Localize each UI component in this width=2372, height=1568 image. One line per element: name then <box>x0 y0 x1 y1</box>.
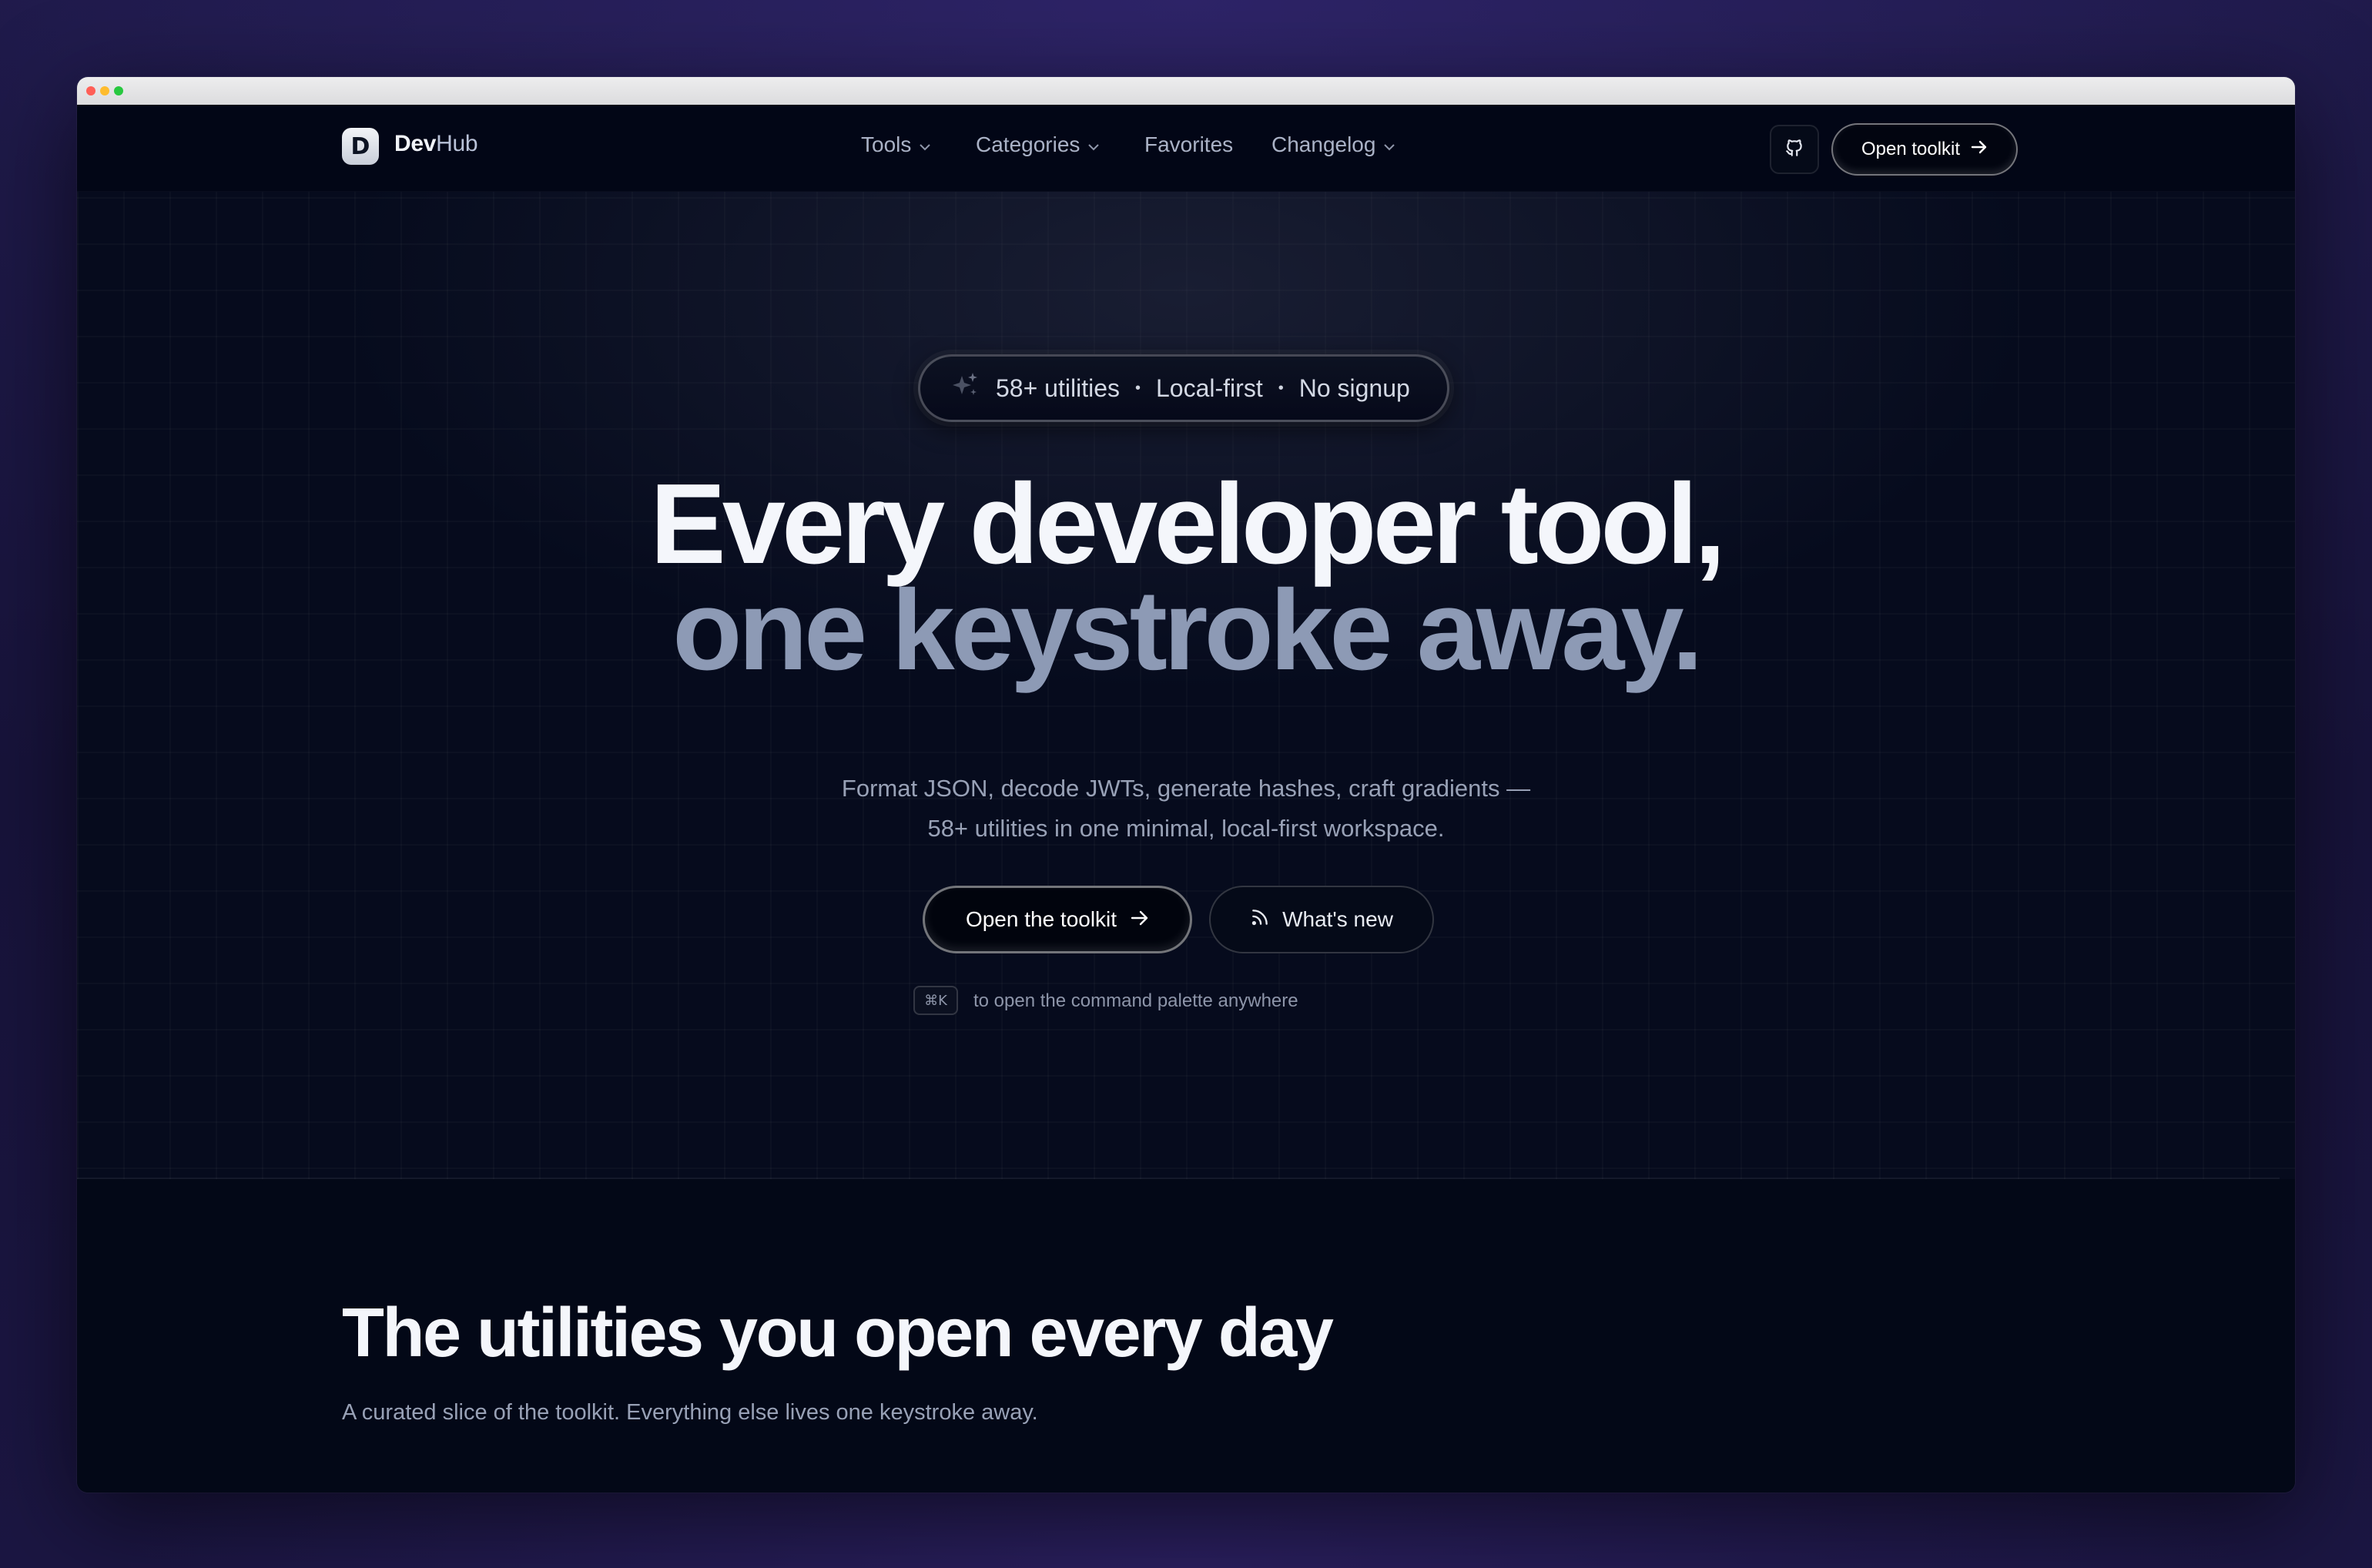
badge-local-first: Local-first <box>1156 374 1263 402</box>
open-toolkit-nav-button[interactable]: Open toolkit <box>1831 123 2018 176</box>
open-the-toolkit-label: Open the toolkit <box>965 907 1117 931</box>
open-the-toolkit-button[interactable]: Open the toolkit <box>923 886 1192 953</box>
arrow-right-icon <box>1971 139 1988 160</box>
nav-changelog[interactable]: Changelog <box>1271 132 1395 157</box>
nav-categories[interactable]: Categories <box>976 132 1100 157</box>
browser-window: D DevHub Tools Categories Favorites Chan… <box>77 77 2295 1493</box>
minimize-window-button[interactable] <box>100 86 109 95</box>
bullet-separator: • <box>1278 379 1284 397</box>
nav-categories-label: Categories <box>976 132 1080 156</box>
rss-icon <box>1250 907 1270 933</box>
whats-new-button[interactable]: What's new <box>1209 886 1434 953</box>
hero-headline-line2: one keystroke away. <box>672 567 1704 694</box>
hero-subtitle-line1: Format JSON, decode JWTs, generate hashe… <box>841 775 1531 802</box>
nav-favorites[interactable]: Favorites <box>1144 132 1233 157</box>
logo-icon[interactable]: D <box>342 128 379 165</box>
section-title: The utilities you open every day <box>342 1295 1334 1372</box>
arrow-right-icon <box>1131 907 1149 932</box>
whats-new-label: What's new <box>1282 907 1393 931</box>
nav-favorites-label: Favorites <box>1144 132 1234 156</box>
badge-no-signup: No signup <box>1298 374 1410 402</box>
github-button[interactable] <box>1770 125 1819 174</box>
section-subtitle: A curated slice of the toolkit. Everythi… <box>342 1400 1038 1425</box>
bullet-separator: • <box>1134 379 1141 397</box>
section-divider <box>77 1178 2280 1179</box>
shortcut-hint: to open the command palette anywhere <box>973 990 1298 1011</box>
brand-name-primary: Dev <box>394 131 437 156</box>
nav-tools[interactable]: Tools <box>861 132 931 157</box>
window-titlebar <box>77 77 2295 106</box>
nav-tools-label: Tools <box>861 132 912 156</box>
keyboard-shortcut-key: ⌘K <box>913 986 958 1015</box>
badge-utilities: 58+ utilities <box>996 374 1120 402</box>
maximize-window-button[interactable] <box>114 86 123 95</box>
hero-subtitle-line2: 58+ utilities in one minimal, local-firs… <box>927 815 1445 842</box>
top-navbar: D DevHub Tools Categories Favorites Chan… <box>77 105 2295 192</box>
close-window-button[interactable] <box>86 86 95 95</box>
sparkles-icon <box>950 370 980 407</box>
open-toolkit-nav-label: Open toolkit <box>1861 139 1961 159</box>
brand-name[interactable]: DevHub <box>394 131 478 157</box>
brand-name-secondary: Hub <box>436 131 478 156</box>
logo-letter: D <box>350 132 370 160</box>
feature-badge: 58+ utilities • Local-first • No signup <box>918 354 1449 422</box>
chevron-down-icon <box>1087 139 1100 155</box>
chevron-down-icon <box>1383 139 1395 155</box>
chevron-down-icon <box>919 139 931 155</box>
github-icon <box>1784 138 1804 162</box>
nav-changelog-label: Changelog <box>1271 132 1376 156</box>
